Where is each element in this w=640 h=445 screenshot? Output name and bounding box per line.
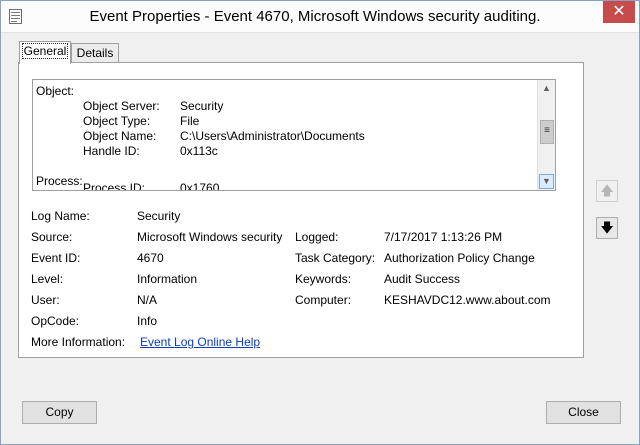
close-icon: ✕ [612, 3, 626, 20]
handle-id-key: Handle ID: [83, 144, 140, 158]
description-field-row: Handle ID: 0x113c [36, 144, 536, 159]
previous-event-button[interactable]: 🡅 [596, 180, 618, 202]
log-name-label: Log Name: [31, 209, 90, 223]
user-value: N/A [137, 293, 158, 307]
keywords-value: Audit Success [384, 272, 461, 286]
tab-general-label: General [21, 43, 69, 59]
log-name-value: Security [137, 209, 181, 223]
opcode-label: OpCode: [31, 314, 80, 328]
down-arrow-icon: 🡇 [600, 220, 614, 235]
opcode-value: Info [137, 314, 158, 328]
description-field-row: Object Type: File [36, 114, 536, 129]
level-value: Information [137, 272, 198, 286]
handle-id-value: 0x113c [180, 144, 218, 158]
object-section-header: Object: [36, 84, 75, 98]
logged-label: Logged: [295, 230, 339, 244]
tab-details-label: Details [76, 46, 114, 60]
window-close-button[interactable]: ✕ [603, 1, 635, 23]
more-information-label: More Information: [31, 335, 126, 349]
process-id-key: Process ID: [83, 181, 146, 190]
computer-value: KESHAVDC12.www.about.com [384, 293, 551, 307]
object-server-value: Security [180, 99, 224, 113]
computer-label: Computer: [295, 293, 352, 307]
event-id-label: Event ID: [31, 251, 81, 265]
object-server-key: Object Server: [83, 99, 160, 113]
event-description-text: Object: Object Server: Security Object T… [36, 84, 536, 190]
description-field-row: Object Name: C:\Users\Administrator\Docu… [36, 129, 536, 144]
level-label: Level: [31, 272, 64, 286]
source-value: Microsoft Windows security [137, 230, 283, 244]
object-type-value: File [180, 114, 200, 128]
next-event-button[interactable]: 🡇 [596, 217, 618, 239]
event-viewer-icon [9, 9, 22, 24]
object-name-value: C:\Users\Administrator\Documents [180, 129, 365, 143]
process-id-value: 0x1760 [180, 181, 220, 190]
tab-general[interactable]: General [19, 41, 71, 64]
description-field-row: Object Server: Security [36, 99, 536, 114]
tab-details[interactable]: Details [71, 43, 119, 64]
object-type-key: Object Type: [83, 114, 151, 128]
event-log-online-help-link[interactable]: Event Log Online Help [140, 335, 260, 349]
close-button[interactable]: Close [546, 401, 621, 424]
source-label: Source: [31, 230, 73, 244]
user-label: User: [31, 293, 60, 307]
scroll-down-icon[interactable]: ▼ [539, 174, 554, 189]
event-properties-window: Event Properties - Event 4670, Microsoft… [0, 0, 640, 445]
event-description-box[interactable]: Object: Object Server: Security Object T… [32, 79, 556, 191]
copy-button[interactable]: Copy [22, 401, 97, 424]
scroll-up-icon[interactable]: ▲ [539, 81, 554, 96]
description-field-row: Process ID: 0x1760 [36, 181, 536, 190]
window-title: Event Properties - Event 4670, Microsoft… [89, 8, 541, 25]
task-category-value: Authorization Policy Change [384, 251, 535, 265]
object-name-key: Object Name: [83, 129, 157, 143]
keywords-label: Keywords: [295, 272, 352, 286]
logged-value: 7/17/2017 1:13:26 PM [384, 230, 503, 244]
up-arrow-icon: 🡅 [600, 183, 614, 198]
title-bar[interactable]: Event Properties - Event 4670, Microsoft… [1, 1, 639, 33]
description-scrollbar[interactable]: ▲ ≡ ▼ [537, 80, 555, 190]
task-category-label: Task Category: [295, 251, 376, 265]
event-id-value: 4670 [137, 251, 164, 265]
scroll-thumb[interactable]: ≡ [540, 120, 554, 144]
